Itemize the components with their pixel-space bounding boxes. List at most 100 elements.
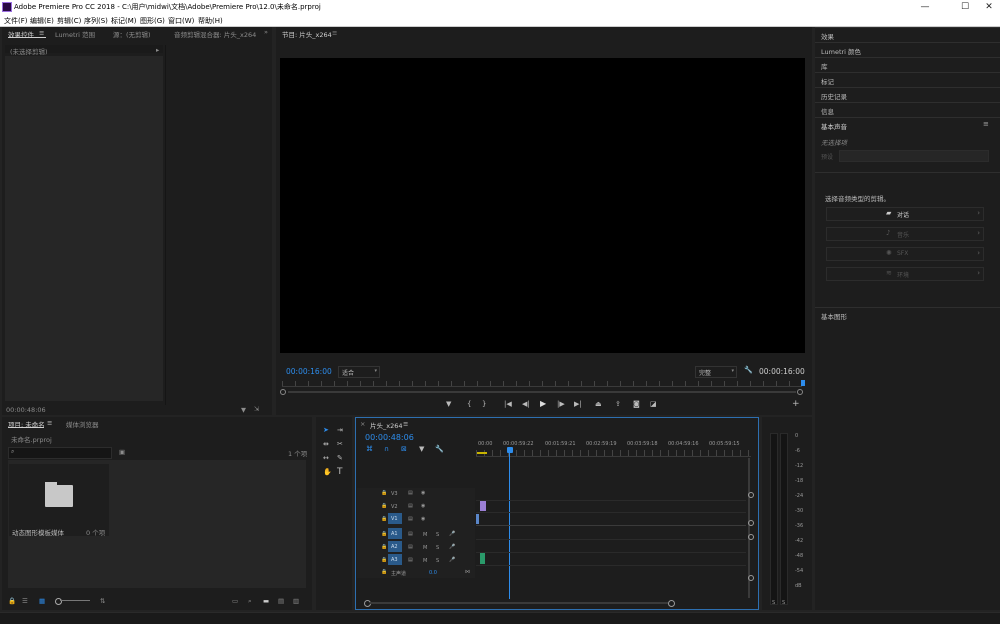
- go-to-in-icon[interactable]: |◀: [504, 400, 512, 408]
- snap-icon[interactable]: ∩: [384, 445, 389, 453]
- minimize-button[interactable]: —: [910, 0, 940, 15]
- timeline-zoom-right[interactable]: [668, 600, 675, 607]
- menu-sequence[interactable]: 序列(S): [84, 16, 108, 26]
- step-forward-icon[interactable]: |▶: [557, 400, 565, 408]
- extract-icon[interactable]: ⇪: [615, 400, 621, 408]
- mark-in-icon[interactable]: {: [467, 400, 471, 408]
- solo-button[interactable]: S: [436, 558, 439, 564]
- zoom-handle-left[interactable]: [280, 389, 286, 395]
- tab-audio-clip-mixer[interactable]: 音频剪辑混合器: 片头_x264: [174, 29, 256, 39]
- a3-source-patch[interactable]: A3: [388, 554, 402, 565]
- bin-thumbnail[interactable]: [9, 464, 109, 536]
- sfx-type-button[interactable]: SFX ✺ ›: [826, 247, 984, 261]
- find-icon[interactable]: ⌕: [248, 597, 252, 606]
- close-button[interactable]: ✕: [978, 0, 1000, 15]
- master-expand-icon[interactable]: ⋈: [465, 569, 470, 575]
- v-zoom-handle-audio[interactable]: [748, 534, 754, 540]
- essential-sound-header[interactable]: 基本声音 ≡: [815, 117, 1000, 133]
- menu-help[interactable]: 帮助(H): [198, 16, 223, 26]
- panel-history[interactable]: 历史记录: [815, 87, 1000, 103]
- dialogue-type-button[interactable]: 对话 ▰ ›: [826, 207, 984, 221]
- v2-clip[interactable]: [480, 501, 486, 511]
- mute-button[interactable]: M: [423, 545, 427, 551]
- type-tool-icon[interactable]: T: [337, 467, 343, 477]
- playhead-timecode[interactable]: 00:00:16:00: [286, 367, 332, 376]
- essential-graphics-header[interactable]: 基本图形: [815, 307, 1000, 323]
- tab-sequence[interactable]: 片头_x264: [370, 420, 403, 430]
- music-type-button[interactable]: 音乐 ♪ ›: [826, 227, 984, 241]
- export-icon[interactable]: ⇲: [254, 405, 259, 413]
- mute-button[interactable]: M: [423, 558, 427, 564]
- bin-name[interactable]: 动态图形模板媒体: [12, 527, 64, 537]
- solo-button[interactable]: S: [436, 532, 439, 538]
- tab-lumetri-scopes[interactable]: Lumetri 范围: [55, 29, 95, 39]
- track-v3-label[interactable]: V3: [391, 491, 398, 497]
- playhead-marker[interactable]: [801, 380, 805, 386]
- time-ruler[interactable]: [282, 381, 802, 387]
- lift-icon[interactable]: ⏏: [595, 400, 602, 408]
- zoom-slider[interactable]: [60, 600, 90, 601]
- panel-effects[interactable]: 效果: [815, 27, 1000, 43]
- timeline-ruler[interactable]: [476, 450, 751, 457]
- panel-menu-icon[interactable]: ≡: [39, 29, 44, 37]
- mark-out-icon[interactable]: }: [482, 400, 486, 408]
- v1-clip[interactable]: [476, 514, 479, 524]
- timeline-marker-icon[interactable]: ▼: [419, 445, 424, 453]
- linked-selection-icon[interactable]: ⊠: [401, 445, 407, 453]
- ripple-edit-tool-icon[interactable]: ⇹: [323, 440, 329, 448]
- a3-clip[interactable]: [480, 553, 485, 564]
- master-volume-value[interactable]: 0.0: [429, 570, 437, 576]
- mute-button[interactable]: M: [423, 532, 427, 538]
- a2-source-patch[interactable]: A2: [388, 541, 402, 552]
- timeline-settings-icon[interactable]: 🔧: [435, 445, 444, 453]
- selection-tool-icon[interactable]: ➤: [323, 426, 329, 434]
- list-view-icon[interactable]: ☰: [22, 597, 28, 605]
- meter-solo-left[interactable]: S: [772, 600, 775, 606]
- v-zoom-handle-mid[interactable]: [748, 520, 754, 526]
- filter-icon[interactable]: ▼: [241, 406, 246, 414]
- menu-window[interactable]: 窗口(W): [168, 16, 194, 26]
- razor-tool-icon[interactable]: ✂: [337, 440, 343, 448]
- tab-source[interactable]: 源：(无剪辑): [113, 29, 151, 39]
- preset-select[interactable]: [839, 150, 989, 162]
- comparison-view-icon[interactable]: ◪: [650, 400, 657, 408]
- more-tabs-icon[interactable]: »: [264, 28, 268, 36]
- menu-marker[interactable]: 标记(M): [111, 16, 137, 26]
- zoom-scrollbar[interactable]: [288, 391, 796, 393]
- track-select-tool-icon[interactable]: ⇥: [337, 426, 343, 434]
- work-area-bar[interactable]: [477, 452, 487, 454]
- timeline-h-scrollbar[interactable]: [370, 602, 668, 604]
- program-menu-icon[interactable]: ≡: [332, 29, 337, 37]
- v-zoom-handle-bottom[interactable]: [748, 575, 754, 581]
- expand-arrow-icon[interactable]: ▸: [156, 46, 159, 54]
- slip-tool-icon[interactable]: ↔: [323, 454, 329, 462]
- track-v2-label[interactable]: V2: [391, 504, 398, 510]
- hand-tool-icon[interactable]: ✋: [323, 468, 332, 476]
- zoom-select[interactable]: 适合 ▾: [338, 366, 380, 378]
- menu-edit[interactable]: 编辑(E): [30, 16, 54, 26]
- nest-icon[interactable]: ⌘: [366, 445, 373, 453]
- lock-icon[interactable]: 🔒: [8, 597, 16, 605]
- panel-libraries[interactable]: 库: [815, 57, 1000, 73]
- play-icon[interactable]: ▶: [540, 399, 546, 408]
- playback-quality-select[interactable]: 完整 ▾: [695, 366, 737, 378]
- timeline-timecode[interactable]: 00:00:48:06: [365, 433, 414, 442]
- menu-graphics[interactable]: 图形(G): [140, 16, 165, 26]
- wrench-icon[interactable]: 🔧: [744, 366, 753, 374]
- panel-lumetri-color[interactable]: Lumetri 颜色: [815, 42, 1000, 58]
- automate-icon[interactable]: ▭: [232, 597, 238, 605]
- v-zoom-handle-top[interactable]: [748, 492, 754, 498]
- delete-icon[interactable]: ▥: [293, 597, 299, 605]
- project-search-input[interactable]: ⌕: [8, 447, 112, 459]
- panel-markers[interactable]: 标记: [815, 72, 1000, 88]
- menu-clip[interactable]: 剪辑(C): [57, 16, 81, 26]
- timeline-menu-icon[interactable]: ≡: [403, 420, 408, 428]
- essential-sound-menu-icon[interactable]: ≡: [983, 120, 989, 128]
- ambience-type-button[interactable]: 环境 ≋ ›: [826, 267, 984, 281]
- solo-button[interactable]: S: [436, 545, 439, 551]
- meter-solo-right[interactable]: S: [782, 600, 785, 606]
- icon-view-icon[interactable]: ▦: [39, 597, 45, 605]
- go-to-out-icon[interactable]: ▶|: [574, 400, 582, 408]
- add-button-icon[interactable]: +: [792, 399, 800, 409]
- menu-file[interactable]: 文件(F): [4, 16, 28, 26]
